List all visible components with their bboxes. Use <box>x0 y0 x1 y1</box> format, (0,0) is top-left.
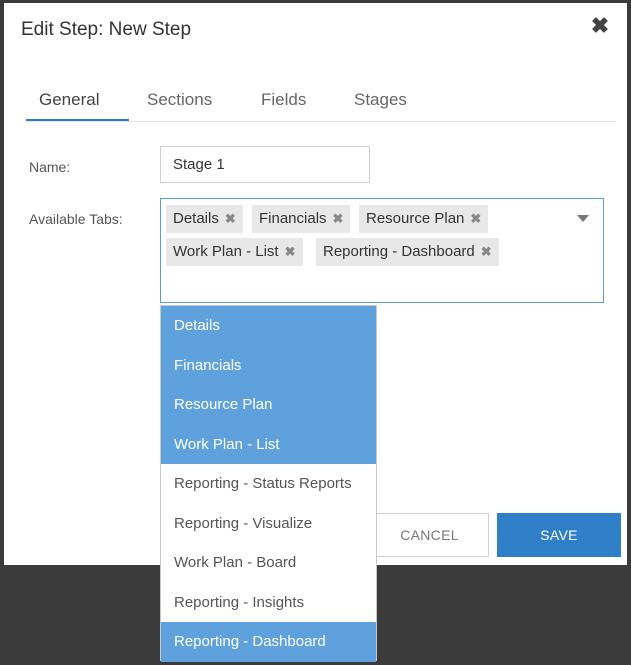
chip-financials: Financials ✖ <box>252 205 351 233</box>
chip-remove-icon[interactable]: ✖ <box>225 205 236 233</box>
close-icon[interactable]: ✖ <box>589 13 611 38</box>
tab-sections[interactable]: Sections <box>147 90 212 110</box>
chip-label: Work Plan - List <box>173 243 279 260</box>
chip-reporting-dashboard: Reporting - Dashboard ✖ <box>316 238 499 266</box>
chip-remove-icon[interactable]: ✖ <box>285 238 296 266</box>
tab-general[interactable]: General <box>39 90 99 110</box>
dropdown-option[interactable]: Financials <box>161 345 376 385</box>
tabs-dropdown-list: Details Financials Resource Plan Work Pl… <box>160 305 377 662</box>
name-label: Name: <box>29 159 71 175</box>
chip-label: Reporting - Dashboard <box>323 243 475 260</box>
tab-stages[interactable]: Stages <box>354 90 407 110</box>
cancel-button[interactable]: CANCEL <box>370 513 489 557</box>
dropdown-option[interactable]: Work Plan - List <box>161 424 376 464</box>
chip-details: Details ✖ <box>166 205 243 233</box>
chip-label: Financials <box>259 210 327 227</box>
name-input[interactable]: Stage 1 <box>160 146 370 183</box>
available-tabs-label: Available Tabs: <box>29 211 123 227</box>
dropdown-option[interactable]: Reporting - Dashboard <box>161 622 376 662</box>
dropdown-option[interactable]: Resource Plan <box>161 385 376 425</box>
save-button[interactable]: SAVE <box>497 513 621 557</box>
tab-bar: General Sections Fields Stages <box>26 88 616 122</box>
available-tabs-multiselect[interactable]: Details ✖ Financials ✖ Resource Plan ✖ W… <box>160 198 604 303</box>
dropdown-option[interactable]: Reporting - Status Reports <box>161 464 376 504</box>
active-tab-indicator <box>26 119 129 121</box>
dropdown-option[interactable]: Reporting - Insights <box>161 583 376 623</box>
chip-label: Details <box>173 210 219 227</box>
dropdown-option[interactable]: Reporting - Visualize <box>161 504 376 544</box>
dropdown-option[interactable]: Work Plan - Board <box>161 543 376 583</box>
chip-remove-icon[interactable]: ✖ <box>333 205 344 233</box>
tab-fields[interactable]: Fields <box>261 90 306 110</box>
chip-resource-plan: Resource Plan ✖ <box>359 205 489 233</box>
chevron-down-icon[interactable] <box>577 215 589 222</box>
dialog-title: Edit Step: New Step <box>21 19 192 40</box>
chip-remove-icon[interactable]: ✖ <box>470 205 481 233</box>
chip-label: Resource Plan <box>366 210 465 227</box>
dropdown-option[interactable]: Details <box>161 306 376 346</box>
chip-remove-icon[interactable]: ✖ <box>481 238 492 266</box>
chip-work-plan-list: Work Plan - List ✖ <box>166 238 303 266</box>
